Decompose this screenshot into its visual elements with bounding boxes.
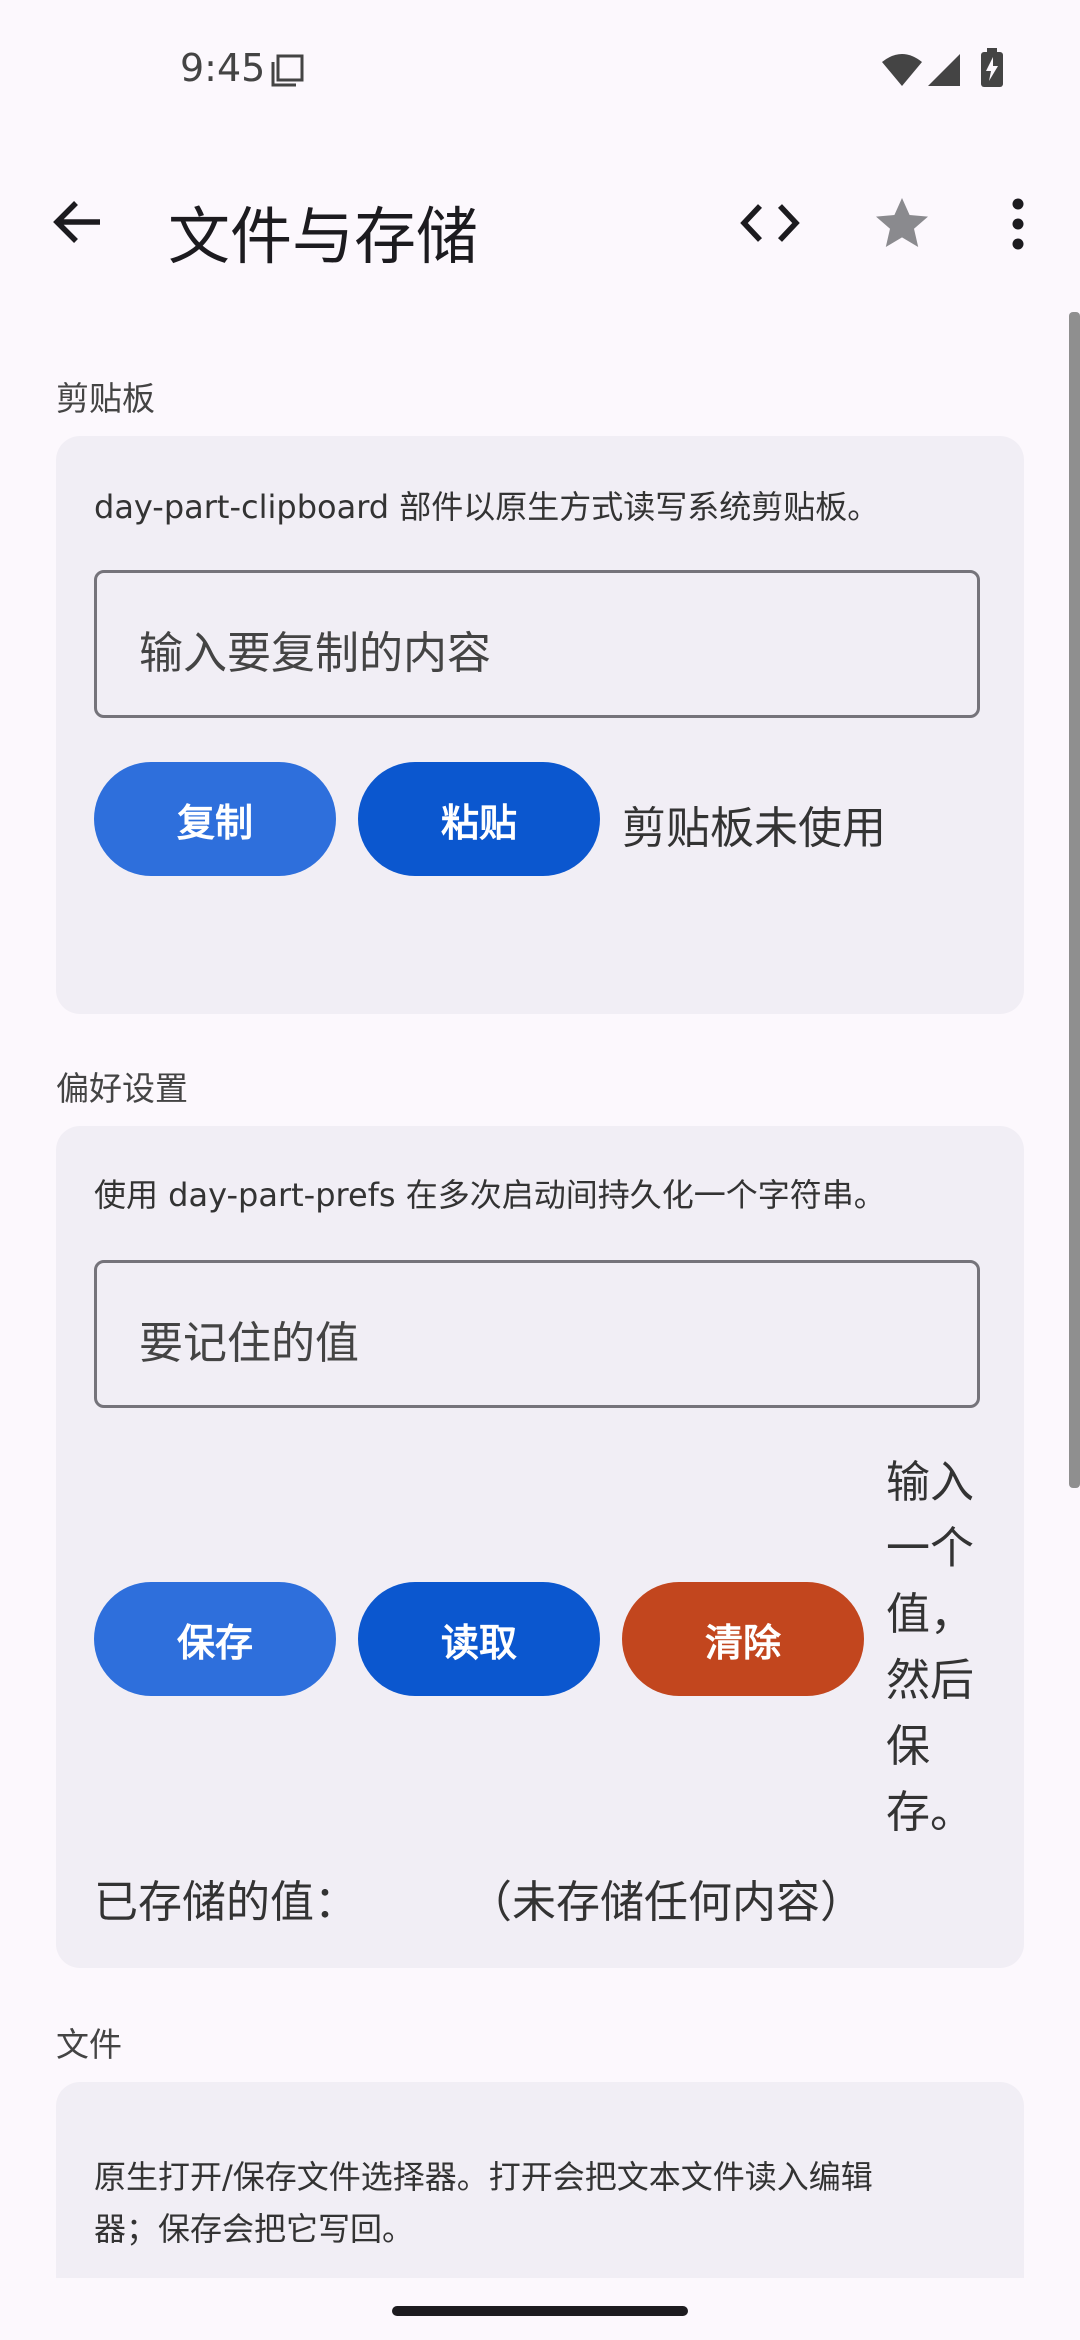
files-card: 原生打开/保存文件选择器。打开会把文本文件读入编辑 器；保存会把它写回。 xyxy=(56,2082,1024,2278)
prefs-heading: 偏好设置 xyxy=(56,1069,188,1108)
star-icon[interactable] xyxy=(872,194,932,254)
clipboard-heading: 剪贴板 xyxy=(56,379,155,418)
status-time: 9:45 xyxy=(180,46,266,90)
prefs-hint-line: 然后 xyxy=(886,1655,974,1706)
back-arrow-icon[interactable] xyxy=(46,190,110,254)
prefs-hint-line: 保 xyxy=(886,1721,930,1772)
clipboard-card: day-part-clipboard 部件以原生方式读写系统剪贴板。 输入要复制… xyxy=(56,436,1024,1014)
prefs-card: 使用 day-part-prefs 在多次启动间持久化一个字符串。 要记住的值 … xyxy=(56,1126,1024,1968)
prefs-hint-line: 输入 xyxy=(886,1457,974,1508)
files-description-line1: 原生打开/保存文件选择器。打开会把文本文件读入编辑 xyxy=(94,2158,873,2196)
prefs-input-placeholder: 要记住的值 xyxy=(139,1318,359,1369)
top-app-bar: 文件与存储 xyxy=(0,150,1080,300)
prefs-hint-line: 值， xyxy=(886,1589,974,1640)
more-vert-icon[interactable] xyxy=(1000,194,1036,254)
prefs-hint-line: 一个 xyxy=(886,1523,974,1574)
clear-button[interactable]: 清除 xyxy=(622,1582,864,1696)
prefs-hint-line: 存。 xyxy=(886,1787,974,1838)
signal-icon xyxy=(928,54,960,86)
prefs-hint: 输入 一个 值， 然后 保 存。 xyxy=(886,1450,974,1846)
copy-button[interactable]: 复制 xyxy=(94,762,336,876)
status-bar: 9:45 xyxy=(0,0,1080,140)
files-description-line2: 器；保存会把它写回。 xyxy=(94,2210,415,2248)
screenshot-icon xyxy=(271,54,304,87)
save-button[interactable]: 保存 xyxy=(94,1582,336,1696)
stored-value: （未存储任何内容） xyxy=(468,1877,864,1928)
prefs-description: 使用 day-part-prefs 在多次启动间持久化一个字符串。 xyxy=(94,1176,886,1214)
read-button[interactable]: 读取 xyxy=(358,1582,600,1696)
prefs-input[interactable]: 要记住的值 xyxy=(94,1260,980,1408)
home-indicator[interactable] xyxy=(392,2306,688,2316)
files-heading: 文件 xyxy=(56,2025,122,2064)
code-icon[interactable] xyxy=(738,198,802,248)
stored-value-label: 已存储的值： xyxy=(94,1877,358,1928)
paste-button[interactable]: 粘贴 xyxy=(358,762,600,876)
scrollbar-thumb[interactable] xyxy=(1069,312,1080,1488)
clipboard-input[interactable]: 输入要复制的内容 xyxy=(94,570,980,718)
clipboard-description: day-part-clipboard 部件以原生方式读写系统剪贴板。 xyxy=(94,488,880,526)
battery-icon xyxy=(981,48,1003,87)
wifi-icon xyxy=(882,54,922,86)
page-title: 文件与存储 xyxy=(168,200,479,273)
clipboard-status: 剪贴板未使用 xyxy=(622,803,886,854)
clipboard-input-placeholder: 输入要复制的内容 xyxy=(139,628,491,679)
